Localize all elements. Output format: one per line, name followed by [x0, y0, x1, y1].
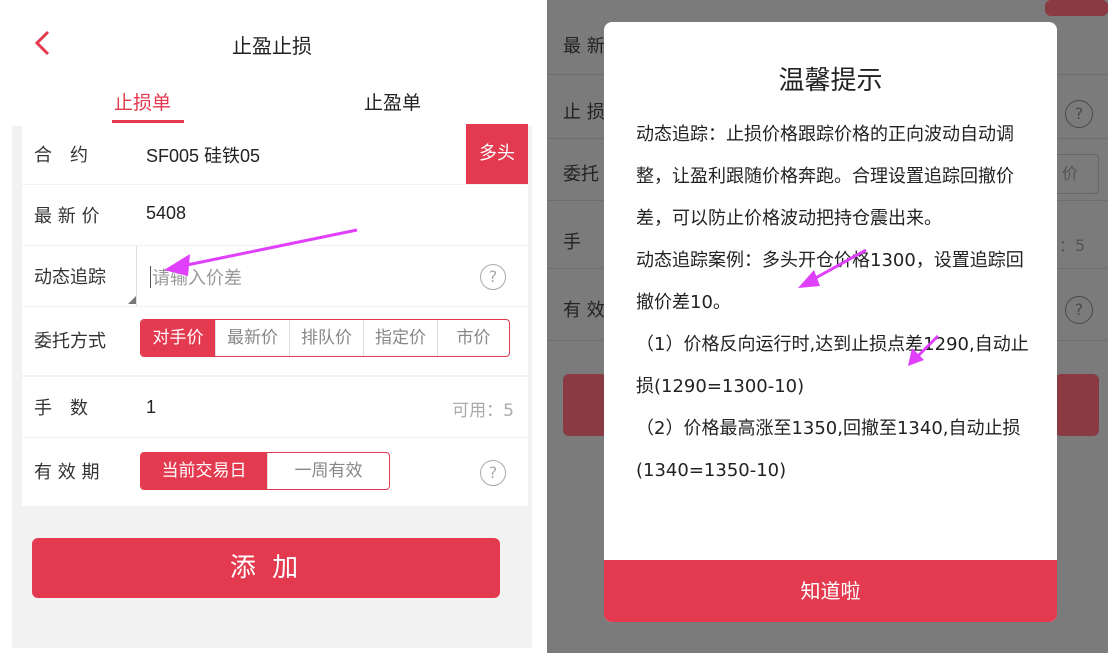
help-icon: ?	[1065, 296, 1093, 324]
tip-dialog: 温馨提示 动态追踪：止损价格跟踪价格的正向波动自动调整，让盈利跟随价格奔跑。合理…	[604, 22, 1057, 622]
tip-dialog-screen: 最 新 止 损 委托 手 有 效 ? 价 ：5 ? 温馨提示 动态追踪：止损价格…	[547, 0, 1108, 653]
background-label: 委托	[563, 164, 599, 185]
annotation-arrow-icon	[798, 248, 940, 366]
background-price-option: 价	[1055, 154, 1099, 194]
background-label: 最 新	[563, 36, 605, 57]
help-icon: ?	[1065, 100, 1093, 128]
background-add-button	[563, 374, 607, 436]
background-available: ：5	[1059, 236, 1086, 255]
background-label: 手	[563, 232, 581, 253]
background-badge	[1045, 0, 1108, 16]
background-add-button	[1055, 374, 1099, 436]
background-label: 止 损	[563, 102, 605, 123]
stop-order-screen: 止盈止损 止损单 止盈单 合 约 SF005 硅铁05 多头 最 新 价 540…	[12, 8, 532, 648]
annotation-arrow-icon	[164, 228, 358, 276]
background-label: 有 效	[563, 300, 605, 321]
